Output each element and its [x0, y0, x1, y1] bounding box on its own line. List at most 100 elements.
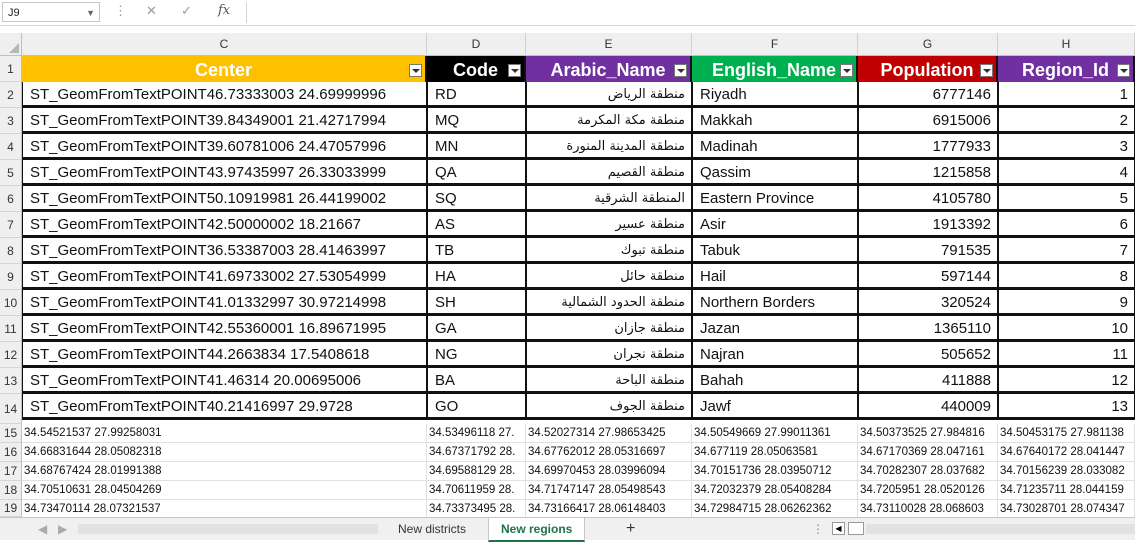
- row-header[interactable]: 10: [0, 290, 22, 316]
- row-header[interactable]: 11: [0, 316, 22, 342]
- cell-code[interactable]: QA: [427, 160, 526, 186]
- cell-arabic-name[interactable]: المنطقة الشرقية: [526, 186, 692, 212]
- cell-code[interactable]: HA: [427, 264, 526, 290]
- cell-population[interactable]: 6915006: [858, 108, 998, 134]
- cell-english-name[interactable]: Northern Borders: [692, 290, 858, 316]
- cell-code[interactable]: GA: [427, 316, 526, 342]
- table-cell[interactable]: 34.50549669 27.99011361: [692, 424, 858, 443]
- cell-region-id[interactable]: 4: [998, 160, 1135, 186]
- column-header-c[interactable]: C: [22, 33, 427, 56]
- column-header-f[interactable]: F: [692, 33, 858, 56]
- cell-english-name[interactable]: Bahah: [692, 368, 858, 394]
- cell-english-name[interactable]: Qassim: [692, 160, 858, 186]
- cell-center[interactable]: ST_GeomFromTextPOINT36.53387003 28.41463…: [22, 238, 427, 264]
- row-header[interactable]: 1: [0, 56, 22, 82]
- cell-english-name[interactable]: Jazan: [692, 316, 858, 342]
- cell-population[interactable]: 1777933: [858, 134, 998, 160]
- horizontal-scroll-thumb[interactable]: [848, 522, 864, 535]
- row-header[interactable]: 16: [0, 443, 22, 462]
- column-header-h[interactable]: H: [998, 33, 1135, 56]
- cell-region-id[interactable]: 3: [998, 134, 1135, 160]
- row-header[interactable]: 4: [0, 134, 22, 160]
- insert-function-icon[interactable]: fx: [218, 3, 230, 18]
- cell-arabic-name[interactable]: منطقة الحدود الشمالية: [526, 290, 692, 316]
- filter-dropdown-icon[interactable]: [840, 64, 853, 77]
- table-cell[interactable]: 34.67170369 28.047161: [858, 443, 998, 462]
- cell-region-id[interactable]: 5: [998, 186, 1135, 212]
- cell-population[interactable]: 6777146: [858, 82, 998, 108]
- cell-english-name[interactable]: Asir: [692, 212, 858, 238]
- table-cell[interactable]: 34.71747147 28.05498543: [526, 481, 692, 500]
- header-arabic-name[interactable]: Arabic_Name: [526, 56, 692, 82]
- cell-arabic-name[interactable]: منطقة تبوك: [526, 238, 692, 264]
- column-header-e[interactable]: E: [526, 33, 692, 56]
- table-cell[interactable]: 34.69588129 28.: [427, 462, 526, 481]
- cell-center[interactable]: ST_GeomFromTextPOINT40.21416997 29.9728: [22, 394, 427, 420]
- table-cell[interactable]: 34.50453175 27.981138: [998, 424, 1135, 443]
- more-options-icon[interactable]: ⋮: [114, 3, 127, 19]
- cell-population[interactable]: 411888: [858, 368, 998, 394]
- cell-center[interactable]: ST_GeomFromTextPOINT39.60781006 24.47057…: [22, 134, 427, 160]
- table-cell[interactable]: 34.66831644 28.05082318: [22, 443, 427, 462]
- row-header[interactable]: 13: [0, 368, 22, 394]
- name-box[interactable]: J9 ▼: [2, 2, 100, 22]
- row-header[interactable]: 9: [0, 264, 22, 290]
- table-cell[interactable]: 34.50373525 27.984816: [858, 424, 998, 443]
- cell-code[interactable]: MQ: [427, 108, 526, 134]
- cell-center[interactable]: ST_GeomFromTextPOINT43.97435997 26.33033…: [22, 160, 427, 186]
- table-cell[interactable]: 34.67371792 28.: [427, 443, 526, 462]
- cell-region-id[interactable]: 12: [998, 368, 1135, 394]
- horizontal-scrollbar[interactable]: [866, 524, 1135, 534]
- cell-code[interactable]: BA: [427, 368, 526, 394]
- cell-code[interactable]: NG: [427, 342, 526, 368]
- cell-population[interactable]: 440009: [858, 394, 998, 420]
- row-header[interactable]: 5: [0, 160, 22, 186]
- cell-population[interactable]: 4105780: [858, 186, 998, 212]
- formula-input[interactable]: [246, 2, 1135, 23]
- cell-arabic-name[interactable]: منطقة جازان: [526, 316, 692, 342]
- table-cell[interactable]: 34.52027314 27.98653425: [526, 424, 692, 443]
- cell-population[interactable]: 1215858: [858, 160, 998, 186]
- cell-code[interactable]: MN: [427, 134, 526, 160]
- cell-english-name[interactable]: Hail: [692, 264, 858, 290]
- cell-center[interactable]: ST_GeomFromTextPOINT39.84349001 21.42717…: [22, 108, 427, 134]
- cell-english-name[interactable]: Makkah: [692, 108, 858, 134]
- cell-english-name[interactable]: Eastern Province: [692, 186, 858, 212]
- filter-dropdown-icon[interactable]: [980, 64, 993, 77]
- cell-center[interactable]: ST_GeomFromTextPOINT44.2663834 17.540861…: [22, 342, 427, 368]
- cell-region-id[interactable]: 10: [998, 316, 1135, 342]
- scroll-left-icon[interactable]: ◀: [832, 522, 845, 535]
- cell-region-id[interactable]: 1: [998, 82, 1135, 108]
- row-header[interactable]: 7: [0, 212, 22, 238]
- cell-center[interactable]: ST_GeomFromTextPOINT41.01332997 30.97214…: [22, 290, 427, 316]
- cell-arabic-name[interactable]: منطقة نجران: [526, 342, 692, 368]
- cell-population[interactable]: 320524: [858, 290, 998, 316]
- column-header-g[interactable]: G: [858, 33, 998, 56]
- cell-english-name[interactable]: Tabuk: [692, 238, 858, 264]
- cell-region-id[interactable]: 8: [998, 264, 1135, 290]
- table-cell[interactable]: 34.71235711 28.044159: [998, 481, 1135, 500]
- cell-region-id[interactable]: 9: [998, 290, 1135, 316]
- cell-arabic-name[interactable]: منطقة الرياض: [526, 82, 692, 108]
- table-cell[interactable]: 34.67640172 28.041447: [998, 443, 1135, 462]
- row-header[interactable]: 17: [0, 462, 22, 481]
- filter-dropdown-icon[interactable]: [1117, 64, 1130, 77]
- cell-english-name[interactable]: Riyadh: [692, 82, 858, 108]
- table-cell[interactable]: 34.70156239 28.033082: [998, 462, 1135, 481]
- table-cell[interactable]: 34.7205951 28.0520126: [858, 481, 998, 500]
- row-header[interactable]: 19: [0, 500, 22, 517]
- table-cell[interactable]: 34.54521537 27.99258031: [22, 424, 427, 443]
- select-all-button[interactable]: [0, 33, 22, 56]
- cell-arabic-name[interactable]: منطقة القصيم: [526, 160, 692, 186]
- cell-code[interactable]: SQ: [427, 186, 526, 212]
- cancel-icon[interactable]: ✕: [146, 3, 157, 19]
- cell-arabic-name[interactable]: منطقة الباحة: [526, 368, 692, 394]
- cell-code[interactable]: GO: [427, 394, 526, 420]
- cell-population[interactable]: 1365110: [858, 316, 998, 342]
- column-header-d[interactable]: D: [427, 33, 526, 56]
- more-sheets-icon[interactable]: ⋮: [800, 518, 836, 540]
- table-cell[interactable]: 34.68767424 28.01991388: [22, 462, 427, 481]
- row-header[interactable]: 12: [0, 342, 22, 368]
- header-code[interactable]: Code: [427, 56, 526, 82]
- cell-center[interactable]: ST_GeomFromTextPOINT42.50000002 18.21667: [22, 212, 427, 238]
